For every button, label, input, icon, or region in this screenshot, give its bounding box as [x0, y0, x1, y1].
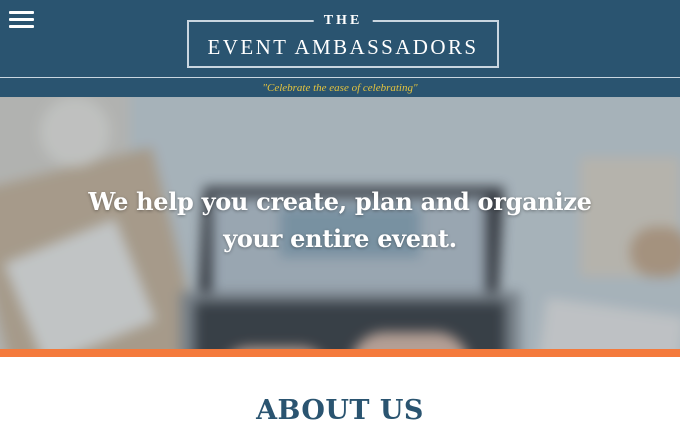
- tagline-bar: "Celebrate the ease of celebrating": [0, 78, 680, 97]
- about-us-heading: ABOUT US: [256, 395, 424, 426]
- site-logo[interactable]: THE EVENT AMBASSADORS: [187, 12, 499, 68]
- logo-the-text: THE: [313, 12, 373, 30]
- hero-heading: We help you create, plan and organize yo…: [88, 187, 592, 253]
- about-section: ABOUT US: [0, 357, 680, 441]
- tagline: "Celebrate the ease of celebrating": [262, 82, 418, 94]
- accent-bar: [0, 349, 680, 357]
- hamburger-menu-icon[interactable]: [9, 11, 35, 31]
- hero-banner: We help you create, plan and organize yo…: [0, 97, 680, 349]
- site-header: THE EVENT AMBASSADORS: [0, 0, 680, 77]
- logo-name-text: EVENT AMBASSADORS: [207, 35, 479, 59]
